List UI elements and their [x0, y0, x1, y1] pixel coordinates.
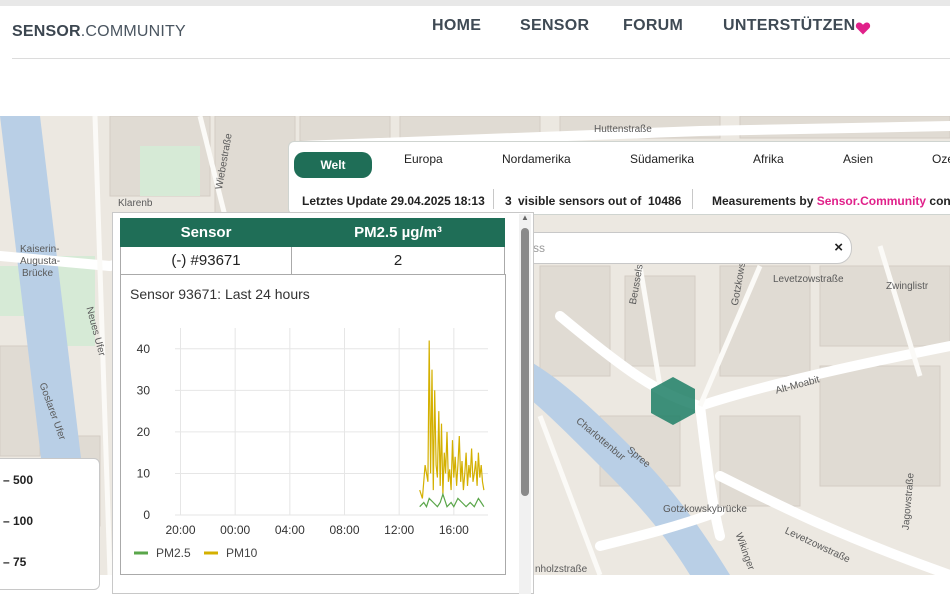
region-tab-suedamerika[interactable]: Südamerika [630, 152, 694, 166]
search-placeholder: ss [533, 241, 545, 255]
street-label: Kaiserin- [20, 244, 60, 255]
y-tick-label: 20 [137, 425, 151, 439]
credit-brand-link[interactable]: Sensor.Community [817, 194, 926, 208]
nav-home[interactable]: HOME [432, 17, 481, 35]
x-tick-label: 12:00 [384, 523, 414, 537]
region-tab-afrika[interactable]: Afrika [753, 152, 784, 166]
measurements-credit: Measurements by Sensor.Community contri [712, 194, 950, 208]
logo-bold: SENSOR [12, 23, 81, 40]
legend-label: PM10 [226, 546, 258, 560]
street-label: Huttenstraße [594, 124, 652, 135]
legend-value: – 100 [3, 514, 34, 528]
series-pm25-line [419, 492, 485, 509]
logo-rest: .COMMUNITY [80, 23, 186, 40]
legend-value: – 500 [3, 473, 34, 487]
street-label: Zwinglistr [886, 281, 929, 292]
nav-sensor[interactable]: SENSOR [520, 17, 589, 35]
nav-forum[interactable]: FORUM [623, 17, 683, 35]
y-tick-label: 0 [143, 508, 150, 522]
pm25-value-cell: 2 [291, 246, 505, 275]
divider [692, 189, 693, 209]
street-label: nholzstraße [535, 564, 588, 575]
x-tick-label: 08:00 [329, 523, 359, 537]
x-tick-label: 00:00 [220, 523, 250, 537]
site-logo[interactable]: SENSOR.COMMUNITY [12, 23, 186, 41]
pm-legend: – 500 – 100 – 75 [0, 458, 100, 590]
y-tick-label: 40 [137, 342, 151, 356]
scroll-up-icon[interactable]: ▲ [521, 213, 529, 222]
x-tick-label: 20:00 [165, 523, 195, 537]
legend-label: PM2.5 [156, 546, 191, 560]
header-divider [12, 58, 950, 59]
region-tab-welt[interactable]: Welt [294, 152, 372, 178]
col-pm25-header: PM2.5 µg/m³ [291, 218, 505, 247]
series-pm10-line [419, 340, 485, 499]
clear-search-icon[interactable]: × [834, 239, 843, 256]
region-tab-europa[interactable]: Europa [404, 152, 443, 166]
region-tab-nordamerika[interactable]: Nordamerika [502, 152, 571, 166]
visible-text: visible sensors out of [518, 194, 642, 208]
y-tick-label: 30 [137, 383, 151, 397]
street-label: Levetzowstraße [773, 274, 844, 285]
heart-icon [855, 22, 871, 35]
address-search-input[interactable]: ss × [520, 232, 852, 264]
credit-suffix: contri [929, 194, 950, 208]
last-update: Letztes Update 29.04.2025 18:13 [302, 194, 485, 208]
x-tick-label: 04:00 [275, 523, 305, 537]
divider [493, 189, 494, 209]
sensor-table: Sensor PM2.5 µg/m³ (-) #93671 2 [120, 218, 505, 275]
chart-title: Sensor 93671: Last 24 hours [130, 286, 310, 302]
popup-scrollbar-thumb[interactable] [521, 228, 529, 496]
y-tick-label: 10 [137, 466, 151, 480]
total-count: 10486 [648, 194, 682, 208]
bridge-label: Gotzkowskybrücke [663, 504, 747, 515]
street-label: Augusta- [20, 256, 61, 267]
pm-chart: 0 10 20 30 40 20:00 00:00 04:00 08:00 12:00 16:00 P… [134, 328, 488, 560]
x-tick-label: 16:00 [439, 523, 469, 537]
nav-support[interactable]: UNTERSTÜTZEN [723, 17, 855, 35]
street-label: Brücke [22, 268, 54, 279]
col-sensor-header: Sensor [120, 218, 292, 247]
region-tab-ozeanien[interactable]: Oze [932, 152, 950, 166]
visible-count: 3 [505, 194, 512, 208]
credit-prefix: Measurements by [712, 194, 817, 208]
sensor-id-cell[interactable]: (-) #93671 [120, 246, 292, 275]
region-tab-asien[interactable]: Asien [843, 152, 873, 166]
street-label: Klarenb [118, 198, 153, 209]
legend-value: – 75 [3, 555, 27, 569]
